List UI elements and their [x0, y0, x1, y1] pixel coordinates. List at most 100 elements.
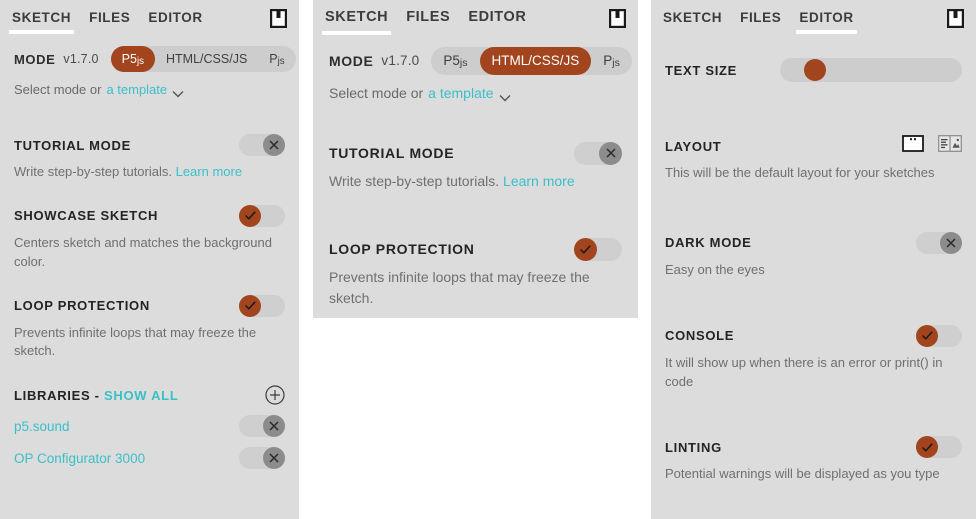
setting-desc: Prevents infinite loops that may freeze …: [14, 324, 257, 359]
close-icon: [263, 134, 285, 156]
mode-option-html-css-js[interactable]: HTML/CSS/JS: [155, 46, 258, 72]
tab-sketch[interactable]: SKETCH: [321, 2, 392, 35]
mode-row: MODE v1.7.0 P5 js HTML/CSS/JS Pjs: [14, 36, 296, 82]
libraries-dash: -: [90, 387, 105, 403]
check-icon: [916, 324, 938, 347]
tab-sketch[interactable]: SKETCH: [8, 3, 75, 34]
close-icon: [599, 141, 622, 165]
setting-head: LINTING: [665, 435, 962, 459]
chevron-down-icon[interactable]: [499, 89, 511, 102]
setting-head: DARK MODE: [665, 231, 962, 255]
setting-layout: LAYOUT This will be the default layout f…: [665, 82, 962, 183]
library-toggle-p5sound[interactable]: [239, 415, 285, 438]
libraries-title: LIBRARIES - SHOW ALL: [14, 388, 178, 403]
console-toggle[interactable]: [916, 324, 962, 347]
split-view-layout-icon[interactable]: [938, 135, 962, 157]
mode-option-pjs[interactable]: Pjs: [591, 47, 632, 75]
template-link[interactable]: a template: [428, 85, 493, 101]
libraries-header: LIBRARIES - SHOW ALL: [14, 361, 285, 405]
tutorial-mode-toggle[interactable]: [239, 134, 285, 156]
showcase-sketch-toggle[interactable]: [239, 204, 285, 227]
text-size-row: TEXT SIZE: [665, 36, 962, 82]
setting-desc: Easy on the eyes: [665, 261, 765, 277]
learn-more-link[interactable]: Learn more: [503, 173, 575, 189]
mode-option-pjs[interactable]: Pjs: [258, 46, 295, 72]
show-all-link[interactable]: SHOW ALL: [104, 388, 178, 403]
setting-head: LOOP PROTECTION: [329, 237, 622, 261]
tab-files[interactable]: FILES: [406, 2, 450, 34]
setting-title: TUTORIAL MODE: [14, 137, 131, 153]
check-icon: [574, 237, 597, 261]
editor-settings-panel: SKETCH FILES EDITOR TEXT SIZE LAYOUT Thi…: [651, 0, 976, 519]
tab-editor[interactable]: EDITOR: [796, 3, 858, 34]
chevron-down-icon[interactable]: [172, 86, 184, 97]
panel1-tabbar: SKETCH FILES EDITOR: [0, 0, 299, 36]
check-icon: [239, 204, 261, 227]
library-name[interactable]: OP Configurator 3000: [14, 451, 145, 466]
version-label: v1.7.0: [381, 53, 420, 68]
setting-desc: Write step-by-step tutorials. Learn more: [329, 171, 622, 191]
setting-title: LOOP PROTECTION: [14, 298, 150, 314]
library-name[interactable]: p5.sound: [14, 419, 70, 434]
setting-head: LAYOUT: [665, 134, 962, 158]
mode-option-p5js[interactable]: P5 js: [431, 47, 479, 75]
tab-editor[interactable]: EDITOR: [468, 2, 526, 34]
mode-option-p5js[interactable]: P5 js: [110, 46, 156, 72]
library-row-p5sound: p5.sound: [14, 405, 285, 438]
setting-desc-text: Write step-by-step tutorials.: [14, 164, 176, 179]
tab-editor[interactable]: EDITOR: [148, 3, 202, 34]
mode-hint: Select mode or a template: [329, 85, 622, 115]
setting-showcase-sketch: SHOWCASE SKETCH Centers sketch and match…: [14, 182, 285, 272]
tab-files[interactable]: FILES: [89, 3, 130, 34]
tab-files[interactable]: FILES: [740, 3, 781, 34]
layout-options: [902, 135, 962, 157]
setting-desc-text: Write step-by-step tutorials.: [329, 173, 504, 189]
save-icon[interactable]: [608, 8, 627, 28]
setting-loop-protection: LOOP PROTECTION Prevents infinite loops …: [329, 191, 622, 308]
mode-label: MODE: [14, 51, 56, 67]
check-icon: [916, 436, 938, 459]
save-icon[interactable]: [946, 8, 965, 28]
loop-protection-toggle[interactable]: [574, 237, 622, 261]
tab-sketch[interactable]: SKETCH: [663, 3, 722, 34]
dark-mode-toggle[interactable]: [916, 231, 962, 254]
close-icon: [940, 231, 962, 254]
setting-title: TUTORIAL MODE: [329, 145, 455, 161]
loop-protection-toggle[interactable]: [239, 294, 285, 317]
panel1-body: MODE v1.7.0 P5 js HTML/CSS/JS Pjs Select …: [0, 36, 299, 470]
plus-icon[interactable]: [265, 385, 285, 405]
setting-head: TUTORIAL MODE: [329, 141, 622, 165]
setting-title: LOOP PROTECTION: [329, 241, 475, 258]
text-size-slider[interactable]: [780, 58, 962, 82]
setting-desc: This will be the default layout for your…: [665, 165, 935, 180]
layout-label: LAYOUT: [665, 138, 722, 154]
libraries-label: LIBRARIES: [14, 387, 91, 403]
setting-tutorial-mode: TUTORIAL MODE Write step-by-step tutoria…: [329, 115, 622, 191]
setting-desc: It will show up when there is an error o…: [665, 354, 943, 389]
mode-pill-group: P5 js HTML/CSS/JS Pjs: [110, 46, 296, 72]
mode-option-html-css-js[interactable]: HTML/CSS/JS: [479, 46, 592, 75]
text-size-slider-thumb[interactable]: [804, 59, 826, 81]
panel2-body: MODE v1.7.0 P5 js HTML/CSS/JS Pjs Select …: [313, 36, 638, 308]
setting-loop-protection: LOOP PROTECTION Prevents infinite loops …: [14, 272, 285, 362]
mode-label: MODE: [329, 52, 374, 69]
tutorial-mode-toggle[interactable]: [574, 141, 622, 165]
template-link[interactable]: a template: [106, 82, 167, 97]
setting-title: SHOWCASE SKETCH: [14, 208, 159, 224]
save-icon[interactable]: [269, 8, 288, 28]
setting-tutorial-mode: TUTORIAL MODE Write step-by-step tutoria…: [14, 111, 285, 182]
setting-console: CONSOLE It will show up when there is an…: [665, 280, 962, 392]
setting-head: TUTORIAL MODE: [14, 133, 285, 157]
single-view-layout-icon[interactable]: [902, 135, 924, 157]
setting-title: LINTING: [665, 439, 722, 455]
panel3-tabbar: SKETCH FILES EDITOR: [651, 0, 976, 36]
setting-desc: Centers sketch and matches the backgroun…: [14, 234, 272, 269]
library-toggle-op-configurator[interactable]: [239, 447, 285, 470]
setting-desc: Prevents infinite loops that may freeze …: [329, 269, 590, 306]
linting-toggle[interactable]: [916, 436, 962, 459]
mode-pill-group: P5 js HTML/CSS/JS Pjs: [431, 46, 632, 75]
settings-panels-stage: SKETCH FILES EDITOR MODE v1.7.0 P5 js HTM…: [0, 0, 976, 519]
setting-desc: Potential warnings will be displayed as …: [665, 466, 940, 482]
learn-more-link[interactable]: Learn more: [176, 164, 242, 179]
setting-desc: Write step-by-step tutorials. Learn more: [14, 163, 285, 182]
